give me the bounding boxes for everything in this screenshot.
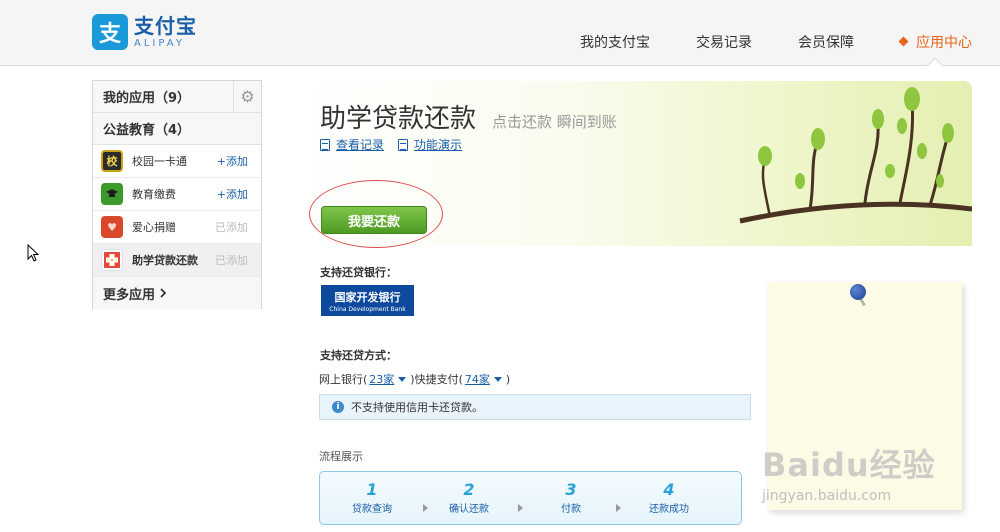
logo-text-cn: 支付宝 xyxy=(134,13,197,38)
watermark-main: Baidu经验 xyxy=(762,446,936,484)
credit-card-notice: i 不支持使用信用卡还贷款。 xyxy=(319,394,751,420)
view-records-link[interactable]: 查看记录 xyxy=(336,136,384,153)
sidebar-item-label: 助学贷款还款 xyxy=(132,254,198,267)
flow-step: 2 确认还款 xyxy=(449,480,489,516)
my-apps-header[interactable]: 我的应用（9） ⚙ xyxy=(93,81,261,113)
alipay-logo-icon: 支 xyxy=(92,14,128,50)
watermark: Baidu经验 jingyan.baidu.com xyxy=(762,440,992,504)
arrow-right-icon xyxy=(518,504,523,512)
alipay-logo[interactable]: 支 支付宝 ALIPAY xyxy=(92,12,197,52)
cdb-bank-logo[interactable]: 国家开发银行 China Development Bank xyxy=(321,285,414,316)
nav-app-center-label: 应用中心 xyxy=(916,35,972,51)
page-subtitle: 点击还款 瞬间到账 xyxy=(492,113,617,131)
flow-step: 1 贷款查询 xyxy=(352,480,392,516)
mouse-cursor-icon xyxy=(27,244,39,262)
sidebar-item-student-loan[interactable]: 助学贷款还款 已添加 xyxy=(93,244,261,277)
dropdown-arrow-icon xyxy=(398,376,407,382)
payment-methods: 网上银行( 23家 )快捷支付( 74家 ) xyxy=(319,371,511,387)
process-flow: 1 贷款查询 2 确认还款 3 付款 4 还款成功 xyxy=(319,471,742,525)
flow-label: 流程展示 xyxy=(319,450,363,463)
info-icon: i xyxy=(332,401,344,413)
banner-links: 查看记录 功能演示 xyxy=(320,136,476,153)
active-dot-icon xyxy=(898,36,909,47)
flow-step: 3 付款 xyxy=(561,480,581,516)
quick-pay-dropdown[interactable]: 74家 xyxy=(465,371,490,387)
sidebar-item-label: 教育缴费 xyxy=(132,188,176,201)
chevron-right-icon xyxy=(160,288,167,298)
supported-banks-label: 支持还贷银行： xyxy=(320,266,397,279)
bank-logo-en: China Development Bank xyxy=(329,305,406,313)
arrow-right-icon xyxy=(423,504,428,512)
nav-transactions[interactable]: 交易记录 xyxy=(696,32,752,52)
add-app-button[interactable]: +添加 xyxy=(217,153,248,169)
watermark-sub: jingyan.baidu.com xyxy=(762,488,892,504)
school-card-icon: 校 xyxy=(101,150,123,172)
sidebar-item-label: 爱心捐赠 xyxy=(132,221,176,234)
category-header[interactable]: 公益教育（4） xyxy=(93,113,261,145)
online-bank-dropdown[interactable]: 23家 xyxy=(369,371,394,387)
graduation-cap-icon xyxy=(101,183,123,205)
pushpin-icon xyxy=(850,284,866,300)
app-sidebar: 我的应用（9） ⚙ 公益教育（4） 校 校园一卡通 +添加 教育缴费 +添加 ♥… xyxy=(92,80,262,309)
nav-member-protection[interactable]: 会员保障 xyxy=(798,32,854,52)
gear-icon[interactable]: ⚙ xyxy=(233,81,261,112)
category-label: 公益教育（4） xyxy=(103,123,191,138)
added-app-label: 已添加 xyxy=(215,221,248,234)
added-app-label: 已添加 xyxy=(215,254,248,267)
add-app-button[interactable]: +添加 xyxy=(217,186,248,202)
sidebar-item-donation[interactable]: ♥ 爱心捐赠 已添加 xyxy=(93,211,261,244)
sidebar-item-campus-card[interactable]: 校 校园一卡通 +添加 xyxy=(93,145,261,178)
supported-methods-label: 支持还贷方式： xyxy=(320,349,397,362)
loan-cross-icon xyxy=(101,249,123,271)
document-icon xyxy=(398,138,409,151)
flow-step: 4 还款成功 xyxy=(649,480,689,516)
arrow-right-icon xyxy=(616,504,621,512)
more-apps-link[interactable]: 更多应用 xyxy=(93,277,261,309)
more-apps-label: 更多应用 xyxy=(103,287,156,303)
heart-gift-icon: ♥ xyxy=(101,216,123,238)
document-icon xyxy=(320,138,330,151)
top-nav: 我的支付宝 交易记录 会员保障 应用中心 xyxy=(534,32,972,52)
bank-logo-cn: 国家开发银行 xyxy=(334,290,401,304)
logo-text-en: ALIPAY xyxy=(134,37,185,49)
top-header: 支 支付宝 ALIPAY 我的支付宝 交易记录 会员保障 应用中心 xyxy=(0,0,1000,66)
repay-button[interactable]: 我要还款 xyxy=(321,206,427,234)
dropdown-arrow-icon xyxy=(493,376,502,382)
demo-link[interactable]: 功能演示 xyxy=(414,136,462,153)
sidebar-item-label: 校园一卡通 xyxy=(132,155,187,168)
sidebar-item-education-fee[interactable]: 教育缴费 +添加 xyxy=(93,178,261,211)
notice-text: 不支持使用信用卡还贷款。 xyxy=(351,401,483,414)
nav-my-alipay[interactable]: 我的支付宝 xyxy=(580,32,650,52)
page-title: 助学贷款还款 xyxy=(320,104,477,134)
my-apps-label: 我的应用（9） xyxy=(103,91,191,106)
nav-app-center[interactable]: 应用中心 xyxy=(898,32,972,52)
